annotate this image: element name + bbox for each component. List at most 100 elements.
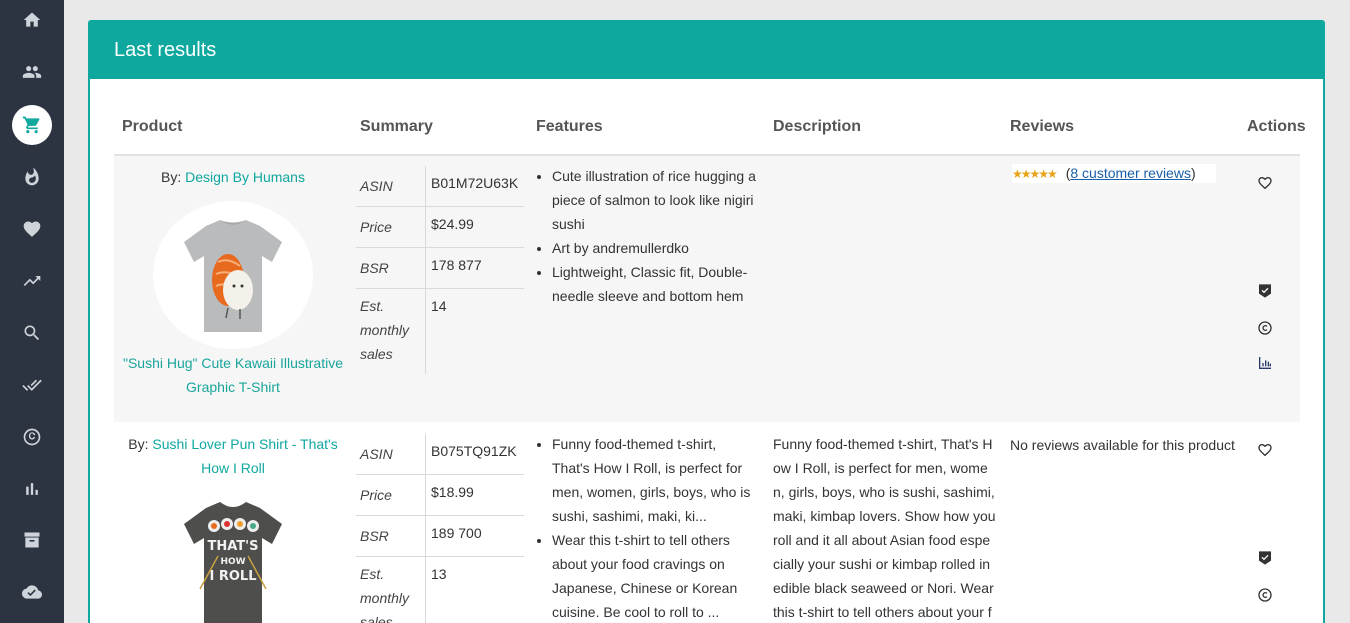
table-row: By: Sushi Lover Pun Shirt - That's How I…	[114, 424, 1300, 623]
cloud-check-icon	[22, 585, 42, 599]
trending-icon	[23, 276, 41, 286]
verified-button[interactable]	[1253, 546, 1277, 570]
price-row: Price $24.99	[356, 207, 524, 248]
price-row: Price $18.99	[356, 475, 524, 516]
asin-value: B01M72U63K	[431, 175, 519, 191]
bsr-row: BSR 189 700	[356, 516, 524, 557]
sales-row: Est. monthly sales 13	[356, 557, 524, 623]
asin-row: ASIN B01M72U63K	[356, 166, 524, 207]
sidebar-item-cloud[interactable]	[12, 572, 52, 612]
double-check-icon	[22, 379, 42, 391]
brand-link[interactable]: Design By Humans	[185, 169, 305, 185]
price-label: Price	[356, 207, 426, 247]
price-value: $24.99	[431, 216, 474, 232]
heart-icon	[23, 221, 41, 237]
features-list: Funny food-themed t-shirt, That's How I …	[536, 432, 756, 623]
favorite-button[interactable]	[1253, 171, 1277, 195]
verified-button[interactable]	[1253, 279, 1277, 303]
bsr-value: 178 877	[431, 257, 482, 273]
feature-item: Lightweight, Classic fit, Double-needle …	[552, 260, 756, 308]
tshirt-sushi-hug-image	[184, 220, 282, 332]
col-actions: Actions	[1247, 118, 1306, 135]
paren-close: )	[1190, 165, 1196, 181]
sidebar-item-users[interactable]	[12, 52, 52, 92]
feature-item: Funny food-themed t-shirt, That's How I …	[552, 432, 756, 528]
by-label: By:	[128, 436, 149, 452]
shield-check-icon	[1259, 551, 1271, 565]
sidebar-item-trending-hot[interactable]	[12, 157, 52, 197]
reviews: No reviews available for this product	[1010, 436, 1235, 454]
last-results-panel: Last results Product Summary Features De…	[88, 20, 1325, 623]
by-label: By:	[161, 169, 182, 185]
col-description: Description	[773, 118, 862, 135]
stats-button[interactable]	[1253, 351, 1277, 375]
sales-row: Est. monthly sales 14	[356, 289, 524, 374]
no-reviews-text: No reviews available for this product	[1010, 437, 1235, 453]
feature-item: Cute illustration of rice hugging a piec…	[552, 164, 756, 236]
product-image[interactable]	[153, 201, 313, 349]
feature-item: Art by andremullerdko	[552, 236, 756, 260]
brand-line: By: Sushi Lover Pun Shirt - That's How I…	[114, 432, 352, 480]
copyright-icon	[1258, 588, 1272, 602]
sidebar-item-trends[interactable]	[12, 261, 52, 301]
brand-link[interactable]: Sushi Lover Pun Shirt - That's How I Rol…	[152, 436, 337, 476]
sales-value: 14	[431, 298, 447, 314]
panel-title: Last results	[90, 22, 1323, 79]
asin-label: ASIN	[356, 434, 426, 474]
heart-outline-icon	[1258, 444, 1272, 457]
price-value: $18.99	[431, 484, 474, 500]
bsr-label: BSR	[356, 516, 426, 556]
sales-value: 13	[431, 566, 447, 582]
col-features: Features	[536, 118, 603, 135]
bsr-value: 189 700	[431, 525, 482, 541]
trademark-button[interactable]	[1253, 583, 1277, 607]
sidebar-item-cart[interactable]	[12, 105, 52, 145]
svg-text:HOW: HOW	[220, 557, 245, 567]
sidebar-item-stats[interactable]	[12, 469, 52, 509]
home-icon	[23, 12, 41, 27]
feature-item: Wear this t-shirt to tell others about y…	[552, 528, 756, 623]
price-label: Price	[356, 475, 426, 515]
heart-outline-icon	[1258, 177, 1272, 190]
sidebar-item-archive[interactable]	[12, 520, 52, 560]
product-title-link[interactable]: "Sushi Hug" Cute Kawaii Illustrative Gra…	[123, 355, 343, 395]
favorite-button[interactable]	[1253, 438, 1277, 462]
trademark-button[interactable]	[1253, 316, 1277, 340]
asin-label: ASIN	[356, 166, 426, 206]
sidebar-item-checked[interactable]	[12, 365, 52, 405]
svg-text:THAT'S: THAT'S	[207, 539, 258, 554]
summary-table: ASIN B01M72U63K Price $24.99 BSR 178 877…	[356, 166, 524, 374]
table-row: By: Design By Humans "Sushi Hug" Cute Ka…	[114, 156, 1300, 422]
product-title: "Sushi Hug" Cute Kawaii Illustrative Gra…	[114, 351, 352, 399]
svg-text:I ROLL: I ROLL	[210, 569, 257, 584]
archive-icon	[24, 532, 40, 548]
bsr-label: BSR	[356, 248, 426, 288]
col-reviews: Reviews	[1010, 118, 1075, 135]
bsr-row: BSR 178 877	[356, 248, 524, 289]
customer-reviews-link[interactable]: 8 customer reviews	[1070, 165, 1191, 181]
reviews: ★★★★★ (8 customer reviews)	[1012, 164, 1216, 183]
cart-icon	[22, 116, 40, 134]
summary-table: ASIN B075TQ91ZK Price $18.99 BSR 189 700…	[356, 434, 524, 623]
asin-value: B075TQ91ZK	[431, 443, 517, 459]
asin-row: ASIN B075TQ91ZK	[356, 434, 524, 475]
copyright-icon	[23, 428, 41, 446]
copyright-icon	[1258, 321, 1272, 335]
sidebar	[0, 0, 64, 623]
sidebar-item-search[interactable]	[12, 313, 52, 353]
sales-label: Est. monthly sales	[356, 289, 426, 374]
col-product: Product	[122, 118, 183, 135]
col-summary: Summary	[360, 118, 433, 135]
bar-chart-icon	[26, 483, 38, 495]
sidebar-item-home[interactable]	[12, 0, 52, 40]
features-list: Cute illustration of rice hugging a piec…	[536, 164, 756, 308]
sidebar-item-favorites[interactable]	[12, 209, 52, 249]
description: Funny food-themed t-shirt, That's How I …	[773, 436, 996, 620]
table-header: Product Summary Features Description Rev…	[114, 118, 1306, 156]
sidebar-item-trademark[interactable]	[12, 417, 52, 457]
tshirt-thats-how-i-roll-image: THAT'S HOW I ROLL	[184, 502, 282, 623]
users-icon	[22, 66, 42, 78]
product-image[interactable]: THAT'S HOW I ROLL	[153, 490, 313, 623]
star-rating: ★★★★★	[1012, 167, 1058, 181]
fire-icon	[25, 167, 39, 186]
